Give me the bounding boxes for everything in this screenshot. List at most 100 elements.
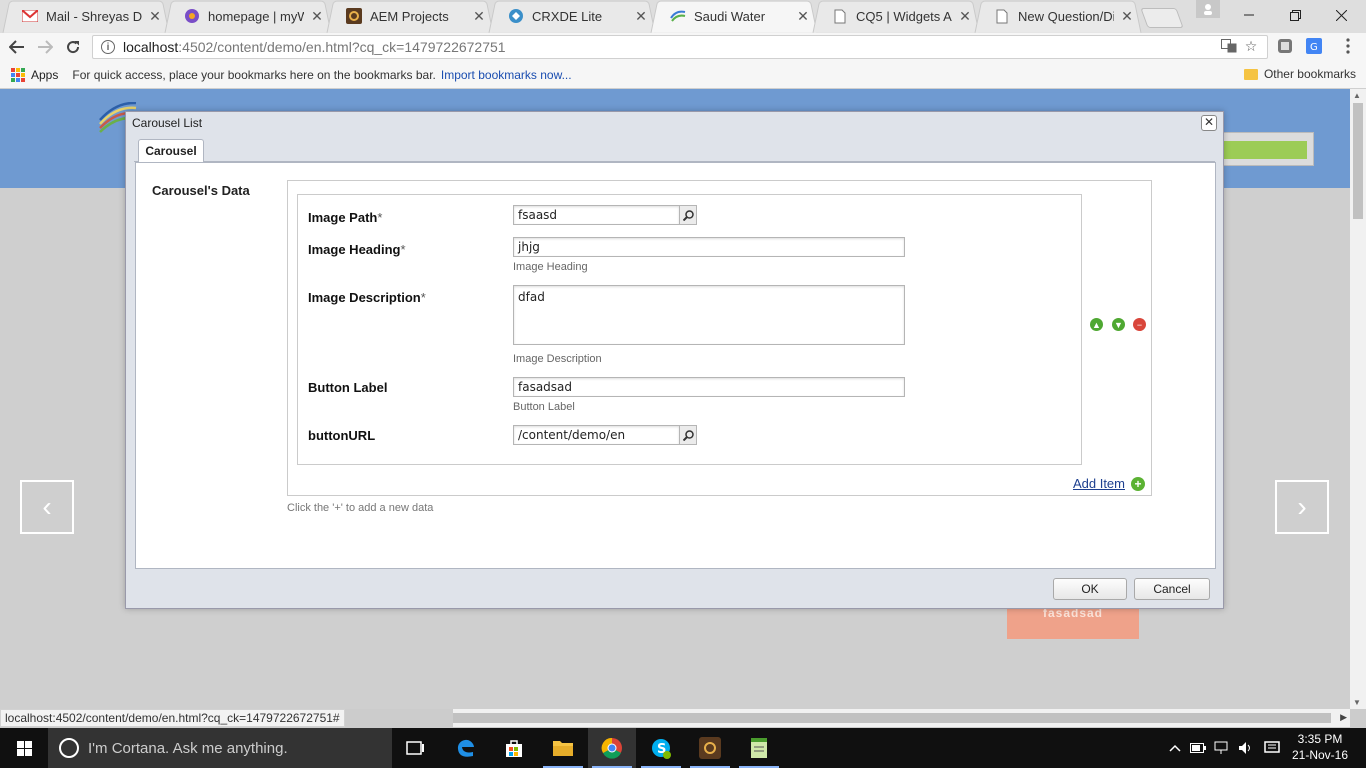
dialog-body: Carousel's Data Image Path* fsaasd Image… [135, 162, 1216, 569]
close-icon[interactable]: ✕ [1201, 115, 1217, 131]
header-search-field[interactable] [1223, 141, 1307, 159]
apps-link[interactable]: Apps [31, 68, 58, 82]
info-icon[interactable]: i [101, 40, 115, 54]
minimize-button[interactable] [1226, 0, 1272, 30]
dialog-title: Carousel List [132, 116, 203, 130]
multifield-hint: Click the '+' to add a new data [287, 502, 434, 514]
ok-button[interactable]: OK [1053, 578, 1127, 600]
other-bookmarks-label: Other bookmarks [1263, 67, 1356, 81]
carousel-prev-icon[interactable]: ‹ [20, 480, 74, 534]
back-icon[interactable] [6, 36, 28, 58]
add-item-button[interactable]: Add Item + [1073, 476, 1145, 491]
browse-path-icon[interactable] [679, 205, 697, 225]
restore-button[interactable] [1272, 0, 1318, 30]
image-description-textarea[interactable]: dfad [513, 285, 905, 345]
carousel-next-icon[interactable]: › [1275, 480, 1329, 534]
horizontal-scrollbar[interactable]: ▶ [453, 709, 1350, 727]
windows-taskbar: I'm Cortana. Ask me anything. S 3:35 PM … [0, 728, 1366, 768]
plus-icon[interactable]: + [1131, 476, 1145, 491]
tab-widgets-api[interactable]: CQ5 | Widgets API ✕ [810, 0, 982, 33]
apps-icon[interactable] [11, 67, 25, 82]
taskbar-clock[interactable]: 3:35 PM 21-Nov-16 [1290, 731, 1350, 763]
close-icon[interactable]: ✕ [958, 8, 972, 25]
aem-app-icon[interactable] [686, 728, 734, 768]
button-label-hint: Button Label [513, 401, 575, 413]
battery-icon[interactable] [1188, 728, 1208, 768]
section-label: Carousel's Data [152, 183, 250, 198]
task-view-icon[interactable] [392, 728, 440, 768]
close-icon[interactable]: ✕ [148, 8, 162, 25]
cortana-search[interactable]: I'm Cortana. Ask me anything. [48, 728, 392, 768]
reload-icon[interactable] [62, 36, 84, 58]
menu-icon[interactable] [1339, 37, 1357, 55]
volume-icon[interactable] [1236, 728, 1256, 768]
store-icon[interactable] [490, 728, 538, 768]
cancel-button[interactable]: Cancel [1134, 578, 1210, 600]
tab-title: CQ5 | Widgets API [856, 8, 952, 24]
notepad-icon[interactable] [735, 728, 783, 768]
google-translate-icon[interactable]: G [1305, 37, 1323, 55]
scroll-thumb[interactable] [453, 713, 1331, 723]
translate-icon[interactable] [1220, 37, 1238, 55]
move-down-icon[interactable]: ▼ [1112, 318, 1125, 331]
wiki-icon [184, 8, 200, 24]
close-icon[interactable]: ✕ [310, 8, 324, 25]
new-tab-button[interactable] [1140, 8, 1184, 28]
button-url-input[interactable]: /content/demo/en [513, 425, 680, 445]
address-bar[interactable]: i localhost:4502/content/demo/en.html?cq… [92, 35, 1268, 59]
page-icon [832, 8, 848, 24]
tab-saudi-water[interactable]: Saudi Water ✕ [648, 0, 820, 33]
scroll-right-icon[interactable]: ▶ [1340, 712, 1347, 723]
water-icon [670, 8, 686, 24]
add-item-label[interactable]: Add Item [1073, 476, 1125, 491]
tab-new-question[interactable]: New Question/Dis ✕ [972, 0, 1144, 33]
file-explorer-icon[interactable] [539, 728, 587, 768]
network-icon[interactable] [1212, 728, 1232, 768]
carousel-list-dialog: Carousel List ✕ Carousel Carousel's Data… [125, 111, 1224, 609]
button-label-input[interactable]: fasadsad [513, 377, 905, 397]
close-icon[interactable]: ✕ [634, 8, 648, 25]
close-icon[interactable]: ✕ [472, 8, 486, 25]
tab-crxde[interactable]: CRXDE Lite ✕ [486, 0, 658, 33]
scroll-up-icon[interactable]: ▲ [1353, 91, 1361, 100]
scroll-thumb[interactable] [1353, 103, 1363, 219]
tab-homepage[interactable]: homepage | myWi ✕ [162, 0, 334, 33]
tab-title: CRXDE Lite [532, 8, 603, 24]
skype-icon[interactable]: S [637, 728, 685, 768]
image-heading-input[interactable]: jhjg [513, 237, 905, 257]
scroll-down-icon[interactable]: ▼ [1353, 698, 1361, 707]
close-icon[interactable]: ✕ [1120, 8, 1134, 25]
close-icon[interactable]: ✕ [796, 8, 810, 25]
tab-title: Saudi Water [694, 8, 766, 24]
browse-url-icon[interactable] [679, 425, 697, 445]
extension-icon[interactable] [1276, 37, 1294, 55]
url-host: localhost [123, 39, 179, 55]
move-up-icon[interactable]: ▲ [1090, 318, 1103, 331]
show-hidden-icons[interactable] [1166, 728, 1184, 768]
header-search[interactable] [1218, 132, 1314, 166]
tab-title: New Question/Dis [1018, 8, 1114, 24]
tab-aem-projects[interactable]: AEM Projects ✕ [324, 0, 496, 33]
profile-icon[interactable] [1196, 0, 1220, 18]
tab-title: homepage | myWi [208, 8, 304, 24]
page-icon [994, 8, 1010, 24]
gmail-icon [22, 8, 38, 24]
bookmarks-bar: Apps For quick access, place your bookma… [0, 61, 1366, 89]
edge-icon[interactable] [442, 728, 490, 768]
start-button[interactable] [0, 728, 48, 768]
cortana-icon [59, 738, 79, 758]
forward-icon[interactable] [34, 36, 56, 58]
star-icon[interactable]: ☆ [1242, 37, 1260, 55]
import-bookmarks-link[interactable]: Import bookmarks now... [441, 68, 572, 82]
action-center-icon[interactable] [1262, 728, 1282, 768]
tab-carousel[interactable]: Carousel [138, 139, 204, 163]
button-url-label: buttonURL [308, 428, 376, 443]
remove-icon[interactable]: − [1133, 318, 1146, 331]
chrome-icon[interactable] [588, 728, 636, 768]
other-bookmarks[interactable]: Other bookmarks [1243, 67, 1356, 81]
image-path-input[interactable]: fsaasd [513, 205, 680, 225]
button-label-label: Button Label [308, 380, 388, 395]
tab-mail[interactable]: Mail - Shreyas D M ✕ [0, 0, 172, 33]
vertical-scrollbar[interactable]: ▲ ▼ [1350, 89, 1366, 709]
close-window-button[interactable] [1318, 0, 1364, 30]
